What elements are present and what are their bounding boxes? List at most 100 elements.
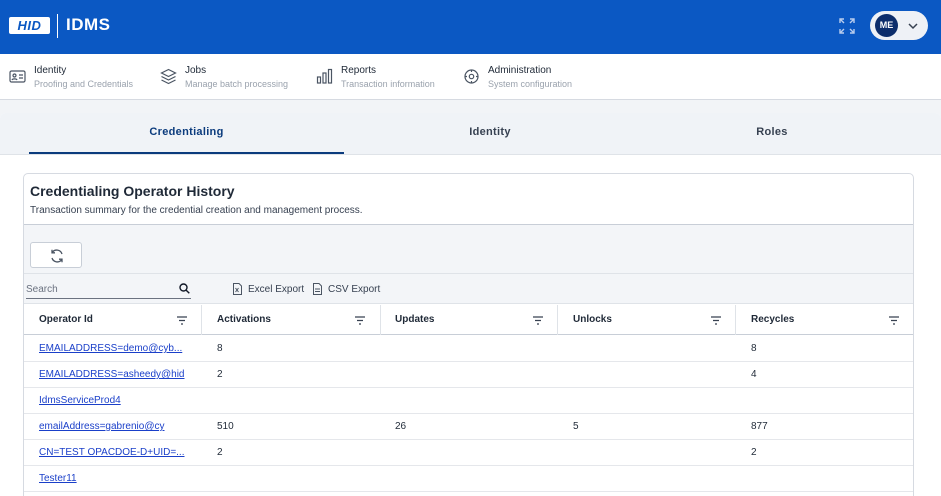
recycles-cell: 2	[751, 447, 757, 458]
top-header: HID IDMS ME	[0, 0, 941, 54]
refresh-icon	[51, 249, 63, 263]
unlocks-cell	[573, 336, 723, 362]
tab-credentialing[interactable]: Credentialing	[29, 113, 344, 155]
column-header-label: Unlocks	[573, 314, 612, 325]
unlocks-cell	[573, 440, 723, 466]
activations-cell: 2	[217, 447, 223, 458]
recycles-cell: 877	[751, 421, 768, 432]
operator-id-cell[interactable]: CN=TEST OPACDOE-D+UID=...	[39, 440, 191, 466]
nav-subtitle: Proofing and Credentials	[34, 79, 134, 89]
operator-link[interactable]: EMAILADDRESS=demo@cyb...	[39, 343, 182, 354]
activations-cell	[217, 466, 367, 492]
recycles-cell	[751, 388, 901, 414]
avatar: ME	[875, 14, 898, 37]
table-row: EMAILADDRESS=demo@cyb... 8 8	[24, 336, 913, 362]
operator-id-cell[interactable]: EMAILADDRESS=demo@cyb...	[39, 336, 191, 362]
chevron-down-icon	[908, 23, 918, 30]
operator-link[interactable]: IdmsServiceProd4	[39, 395, 121, 406]
updates-cell	[395, 466, 545, 492]
activations-cell: 8	[217, 343, 223, 354]
content-panel: Credentialing Identity Roles Credentiali…	[0, 113, 941, 496]
tab-roles[interactable]: Roles	[636, 113, 908, 155]
excel-export-button[interactable]: Excel Export	[232, 282, 312, 298]
table-row: EMAILADDRESS=asheedy@hid 2 4	[24, 362, 913, 388]
tab-bar: Credentialing Identity Roles	[0, 113, 941, 155]
activations-cell: 2	[217, 369, 223, 380]
column-header-operator-id[interactable]: Operator Id	[24, 305, 201, 335]
refresh-button[interactable]	[30, 242, 82, 268]
updates-cell	[395, 388, 545, 414]
unlocks-cell	[573, 466, 723, 492]
main-nav: Identity Proofing and Credentials Jobs M…	[0, 54, 941, 100]
filter-icon[interactable]	[177, 316, 187, 325]
search-input[interactable]	[26, 280, 171, 298]
card-title: Credentialing Operator History	[30, 183, 235, 199]
table-row: IdmsServiceProd4	[24, 388, 913, 414]
operator-link[interactable]: EMAILADDRESS=asheedy@hid	[39, 369, 185, 380]
nav-item-reports[interactable]: Reports Transaction information	[316, 64, 446, 92]
operator-link[interactable]: emailAddress=gabrenio@cy	[39, 421, 165, 432]
id-card-icon	[9, 70, 26, 83]
updates-cell	[395, 336, 545, 362]
table-row: emailAddress=gabrenio@cy 510 26 5 877	[24, 414, 913, 440]
operator-id-cell[interactable]: emailAddress=gabrenio@cy	[39, 414, 191, 440]
nav-subtitle: Transaction information	[341, 79, 435, 89]
column-header-recycles[interactable]: Recycles	[736, 305, 913, 335]
unlocks-cell: 5	[573, 421, 579, 432]
table-row: Tester11	[24, 466, 913, 492]
operator-link[interactable]: CN=TEST OPACDOE-D+UID=...	[39, 447, 185, 458]
recycles-cell: 4	[751, 369, 757, 380]
nav-title: Administration	[488, 65, 552, 76]
operator-id-cell[interactable]: Tester11	[39, 466, 191, 492]
nav-item-identity[interactable]: Identity Proofing and Credentials	[9, 64, 149, 92]
filter-icon[interactable]	[355, 316, 365, 325]
operator-history-card: Credentialing Operator History Transacti…	[23, 173, 914, 496]
nav-item-administration[interactable]: Administration System configuration	[463, 64, 593, 92]
search-box	[26, 280, 191, 299]
tab-identity[interactable]: Identity	[344, 113, 636, 155]
csv-export-label: CSV Export	[328, 284, 381, 295]
filter-icon[interactable]	[711, 316, 721, 325]
column-header-unlocks[interactable]: Unlocks	[558, 305, 736, 335]
bar-chart-icon	[316, 68, 333, 84]
table-header: Operator Id Activations Updates Unlocks	[24, 305, 913, 335]
nav-subtitle: Manage batch processing	[185, 79, 289, 89]
column-header-label: Recycles	[751, 314, 795, 325]
search-icon[interactable]	[179, 283, 190, 294]
layers-icon	[160, 68, 177, 85]
recycles-cell	[751, 466, 901, 492]
csv-export-button[interactable]: CSV Export	[312, 282, 392, 298]
app-title: IDMS	[66, 15, 111, 34]
updates-cell	[395, 440, 545, 466]
filter-icon[interactable]	[533, 316, 543, 325]
search-export-row: Excel Export CSV Export	[24, 274, 913, 304]
user-menu[interactable]: ME	[870, 11, 928, 40]
column-header-label: Activations	[217, 314, 271, 325]
card-subtitle: Transaction summary for the credential c…	[30, 205, 363, 216]
unlocks-cell	[573, 388, 723, 414]
nav-title: Identity	[34, 65, 67, 76]
nav-title: Jobs	[185, 65, 207, 76]
column-header-label: Updates	[395, 314, 435, 325]
unlocks-cell	[573, 362, 723, 388]
activations-cell	[217, 388, 367, 414]
nav-subtitle: System configuration	[488, 79, 573, 89]
grid-toolbar	[24, 225, 913, 274]
active-tab-indicator	[29, 152, 344, 154]
excel-export-label: Excel Export	[248, 284, 305, 295]
activations-cell: 510	[217, 421, 234, 432]
column-header-activations[interactable]: Activations	[202, 305, 380, 335]
updates-cell	[395, 362, 545, 388]
operator-link[interactable]: Tester11	[39, 473, 77, 484]
nav-item-jobs[interactable]: Jobs Manage batch processing	[160, 64, 300, 92]
operator-id-cell[interactable]: IdmsServiceProd4	[39, 388, 191, 414]
fullscreen-icon[interactable]	[838, 17, 856, 35]
filter-icon[interactable]	[889, 316, 899, 325]
hid-logo: HID	[9, 17, 50, 34]
logo-divider	[57, 14, 58, 38]
operator-id-cell[interactable]: EMAILADDRESS=asheedy@hid	[39, 362, 191, 388]
table-row: CN=TEST OPACDOE-D+UID=... 2 2	[24, 440, 913, 466]
column-header-label: Operator Id	[39, 314, 93, 325]
settings-icon	[464, 69, 479, 84]
column-header-updates[interactable]: Updates	[380, 305, 558, 335]
